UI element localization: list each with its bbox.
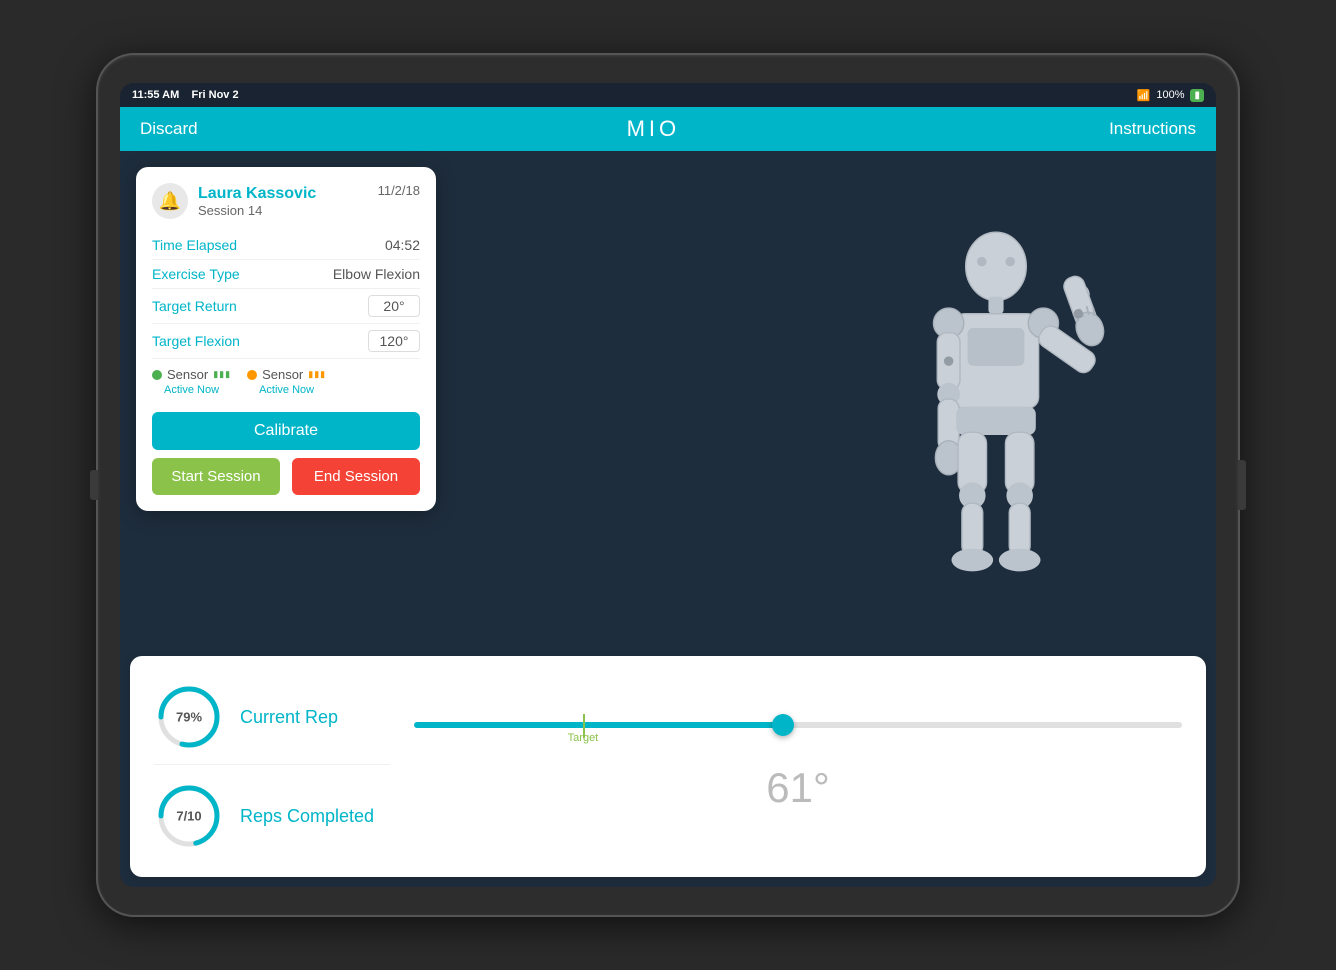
- time-elapsed-value: 04:52: [385, 237, 420, 253]
- robot-figure: [836, 219, 1156, 579]
- time-display: 11:55 AM: [132, 89, 179, 101]
- exercise-type-label: Exercise Type: [152, 266, 240, 282]
- status-right: 📶 100% ▮: [1137, 89, 1204, 102]
- instructions-button[interactable]: Instructions: [1109, 119, 1196, 139]
- nav-bar: Discard MIO Instructions: [120, 107, 1216, 151]
- session-buttons: Start Session End Session: [152, 458, 420, 495]
- bottom-right: Target 61°: [414, 722, 1182, 812]
- slider-target-label: Target: [568, 732, 599, 744]
- exercise-type-value: Elbow Flexion: [333, 266, 420, 282]
- patient-name: Laura Kassovic: [198, 185, 316, 203]
- discard-button[interactable]: Discard: [140, 119, 198, 139]
- target-return-row: Target Return 20°: [152, 289, 420, 324]
- app-title: MIO: [627, 116, 681, 142]
- slider-fill: [414, 722, 783, 728]
- patient-header: 🔔 Laura Kassovic Session 14 11/2/18: [152, 183, 420, 219]
- time-elapsed-row: Time Elapsed 04:52: [152, 231, 420, 260]
- sensor-2-label: Sensor: [262, 367, 303, 382]
- patient-avatar: 🔔: [152, 183, 188, 219]
- avatar-icon: 🔔: [159, 191, 181, 212]
- battery-display: 100%: [1156, 89, 1184, 101]
- date-display: Fri Nov 2: [192, 89, 239, 101]
- sensor-row: Sensor ▮▮▮ Active Now Sensor ▮▮▮ Act: [152, 359, 420, 404]
- patient-session: Session 14: [198, 203, 316, 218]
- top-section: 🔔 Laura Kassovic Session 14 11/2/18 Time…: [120, 151, 1216, 646]
- slider-container: Target: [414, 722, 1182, 756]
- current-rep-circle: 79%: [154, 682, 224, 752]
- slider-track: Target: [414, 722, 1182, 728]
- sensor-1-status: Active Now: [164, 384, 219, 396]
- reps-completed-label: Reps Completed: [240, 806, 390, 827]
- bottom-left-metrics: 79% Current Rep 7/10: [154, 672, 390, 861]
- sensor-2: Sensor ▮▮▮ Active Now: [247, 367, 326, 396]
- target-flexion-row: Target Flexion 120°: [152, 324, 420, 359]
- tablet-screen: 11:55 AM Fri Nov 2 📶 100% ▮ Discard MIO …: [120, 83, 1216, 887]
- sensor-1-battery: ▮▮▮: [213, 369, 231, 380]
- current-rep-label: Current Rep: [240, 707, 390, 728]
- sensor-2-status: Active Now: [259, 384, 314, 396]
- reps-completed-row: 7/10 Reps Completed: [154, 773, 390, 861]
- sensor-1-label: Sensor: [167, 367, 208, 382]
- main-area: 🔔 Laura Kassovic Session 14 11/2/18 Time…: [120, 151, 1216, 887]
- target-return-value: 20°: [368, 295, 420, 317]
- sensor-1-dot: [152, 370, 162, 380]
- exercise-type-row: Exercise Type Elbow Flexion: [152, 260, 420, 289]
- patient-date: 11/2/18: [378, 183, 420, 198]
- status-time: 11:55 AM Fri Nov 2: [132, 89, 239, 101]
- target-flexion-label: Target Flexion: [152, 333, 240, 349]
- calibrate-button[interactable]: Calibrate: [152, 412, 420, 450]
- degree-display: 61°: [766, 764, 830, 812]
- sensor-2-dot: [247, 370, 257, 380]
- current-rep-row: 79% Current Rep: [154, 672, 390, 765]
- sensor-1: Sensor ▮▮▮ Active Now: [152, 367, 231, 396]
- reps-completed-circle: 7/10: [154, 781, 224, 851]
- slider-thumb[interactable]: [772, 714, 794, 736]
- end-session-button[interactable]: End Session: [292, 458, 420, 495]
- target-return-label: Target Return: [152, 298, 237, 314]
- reps-completed-count: 7/10: [176, 809, 201, 824]
- start-session-button[interactable]: Start Session: [152, 458, 280, 495]
- battery-icon: ▮: [1190, 89, 1204, 102]
- tablet-frame: 11:55 AM Fri Nov 2 📶 100% ▮ Discard MIO …: [98, 55, 1238, 915]
- wifi-icon: 📶: [1137, 89, 1151, 102]
- app-title-text: MIO: [627, 116, 681, 141]
- current-rep-percent: 79%: [176, 710, 202, 725]
- target-flexion-value: 120°: [368, 330, 420, 352]
- time-elapsed-label: Time Elapsed: [152, 237, 237, 253]
- sensor-2-battery: ▮▮▮: [308, 369, 326, 380]
- status-bar: 11:55 AM Fri Nov 2 📶 100% ▮: [120, 83, 1216, 107]
- info-card: 🔔 Laura Kassovic Session 14 11/2/18 Time…: [136, 167, 436, 511]
- bottom-panel: 79% Current Rep 7/10: [130, 656, 1206, 877]
- patient-info: 🔔 Laura Kassovic Session 14: [152, 183, 316, 219]
